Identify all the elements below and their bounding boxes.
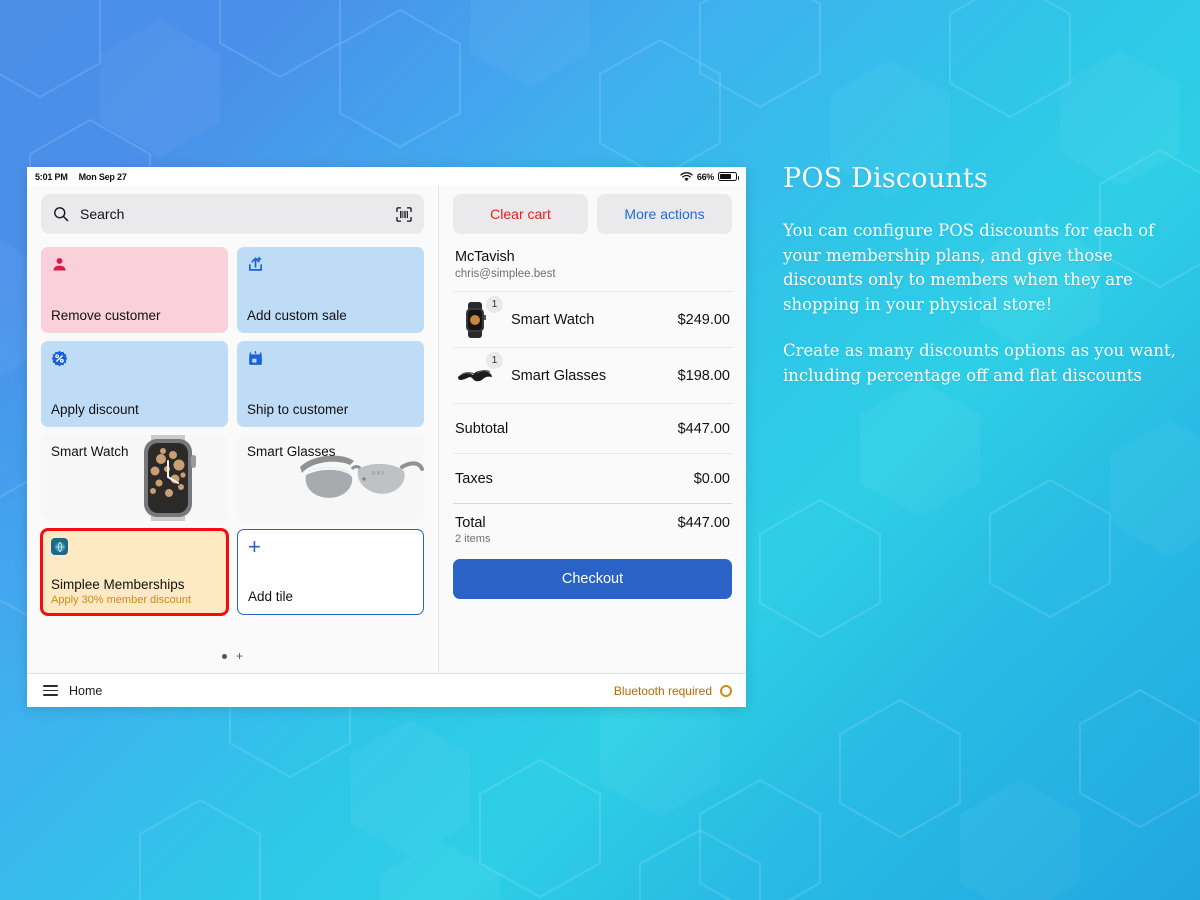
tile-label: Simplee Memberships (51, 577, 218, 593)
bluetooth-label: Bluetooth required (614, 684, 712, 698)
add-page-icon[interactable]: + (236, 654, 243, 659)
promo-panel: POS Discounts You can configure POS disc… (783, 163, 1183, 410)
status-bar: 5:01 PM Mon Sep 27 66% (27, 167, 746, 186)
promo-title: POS Discounts (783, 163, 1183, 194)
simplee-app-icon (51, 538, 68, 555)
promo-paragraph-2: Create as many discounts options as you … (783, 339, 1183, 388)
tile-label: Apply discount (51, 402, 218, 418)
checkout-button[interactable]: Checkout (453, 559, 732, 599)
tile-remove-customer[interactable]: Remove customer (41, 247, 228, 333)
discount-badge-icon (51, 350, 68, 367)
customer-email: chris@simplee.best (455, 268, 732, 280)
tile-panel: Remove customer Add custom sale (27, 186, 439, 673)
cart-line-item[interactable]: 1 Smart Watch $249.00 (453, 291, 732, 347)
tile-label: Smart Watch (51, 444, 218, 460)
cart-total-row: Total 2 items $447.00 (453, 503, 732, 557)
ipad-pos-screenshot: 5:01 PM Mon Sep 27 66% (27, 167, 746, 707)
svg-text:R A Y: R A Y (372, 471, 385, 477)
bluetooth-status[interactable]: Bluetooth required (614, 684, 732, 698)
hamburger-menu-icon[interactable] (43, 685, 58, 696)
total-label: Total (455, 515, 490, 531)
shipping-box-icon (247, 350, 264, 367)
tile-ship-to-customer[interactable]: Ship to customer (237, 341, 424, 427)
status-bar-indicators: 66% (680, 172, 737, 182)
clear-cart-button[interactable]: Clear cart (453, 194, 588, 234)
tile-label: Smart Glasses (247, 444, 414, 460)
tile-grid: Remove customer Add custom sale (41, 247, 424, 615)
cart-action-row: Clear cart More actions (453, 194, 732, 234)
search-bar[interactable] (41, 194, 424, 234)
line-item-name: Smart Watch (511, 312, 594, 328)
home-nav-button[interactable]: Home (43, 684, 102, 698)
line-item-name: Smart Glasses (511, 368, 606, 384)
cart-panel: Clear cart More actions McTavish chris@s… (439, 186, 746, 673)
total-value: $447.00 (678, 515, 730, 531)
promo-paragraph-1: You can configure POS discounts for each… (783, 219, 1183, 317)
barcode-scan-icon[interactable] (396, 207, 412, 222)
simplee-glyph-icon (54, 541, 66, 553)
total-label-group: Total 2 items (455, 515, 490, 545)
cart-taxes-row: Taxes $0.00 (453, 453, 732, 503)
tile-simplee-memberships[interactable]: Simplee Memberships Apply 30% member dis… (41, 529, 228, 615)
taxes-label: Taxes (455, 471, 493, 487)
tile-add-custom-sale[interactable]: Add custom sale (237, 247, 424, 333)
tile-label: Ship to customer (247, 402, 414, 418)
subtotal-value: $447.00 (678, 421, 730, 437)
plus-icon: + (248, 539, 413, 555)
status-bar-time: 5:01 PM (35, 172, 68, 182)
cart-line-items: 1 Smart Watch $249.00 1 Sma (453, 291, 732, 403)
search-input[interactable] (80, 206, 396, 222)
tile-page-indicator[interactable]: + (41, 639, 424, 673)
person-icon (51, 256, 68, 273)
total-item-count: 2 items (455, 533, 490, 545)
search-icon (53, 206, 69, 222)
line-item-qty: 1 (486, 352, 503, 369)
tile-product-smart-glasses[interactable]: R A Y Smart Glasses (237, 435, 424, 521)
line-item-thumbnail: 1 (455, 356, 495, 396)
line-item-thumbnail: 1 (455, 300, 495, 340)
tile-apply-discount[interactable]: Apply discount (41, 341, 228, 427)
wifi-icon (680, 172, 693, 182)
cart-line-item[interactable]: 1 Smart Glasses $198.00 (453, 347, 732, 403)
tile-label: Add tile (248, 589, 413, 605)
status-bar-date: Mon Sep 27 (79, 172, 127, 182)
line-item-price: $198.00 (678, 368, 730, 384)
battery-percentage: 66% (697, 172, 714, 182)
tile-label: Remove customer (51, 308, 218, 324)
tile-add-tile[interactable]: + Add tile (237, 529, 424, 615)
tile-product-smart-watch[interactable]: Smart Watch (41, 435, 228, 521)
page-dot-1[interactable] (222, 654, 227, 659)
cart-subtotal-row: Subtotal $447.00 (453, 403, 732, 453)
customer-name: McTavish (455, 249, 732, 265)
status-ring-icon (720, 685, 732, 697)
line-item-qty: 1 (486, 296, 503, 313)
tile-label: Add custom sale (247, 308, 414, 324)
taxes-value: $0.00 (694, 471, 730, 487)
battery-icon (718, 172, 737, 181)
subtotal-label: Subtotal (455, 421, 508, 437)
more-actions-button[interactable]: More actions (597, 194, 732, 234)
cart-customer[interactable]: McTavish chris@simplee.best (453, 249, 732, 291)
bottom-bar: Home Bluetooth required (27, 673, 746, 707)
tile-sublabel: Apply 30% member discount (51, 594, 218, 606)
upload-box-icon (247, 256, 264, 273)
home-label: Home (69, 684, 102, 698)
line-item-price: $249.00 (678, 312, 730, 328)
